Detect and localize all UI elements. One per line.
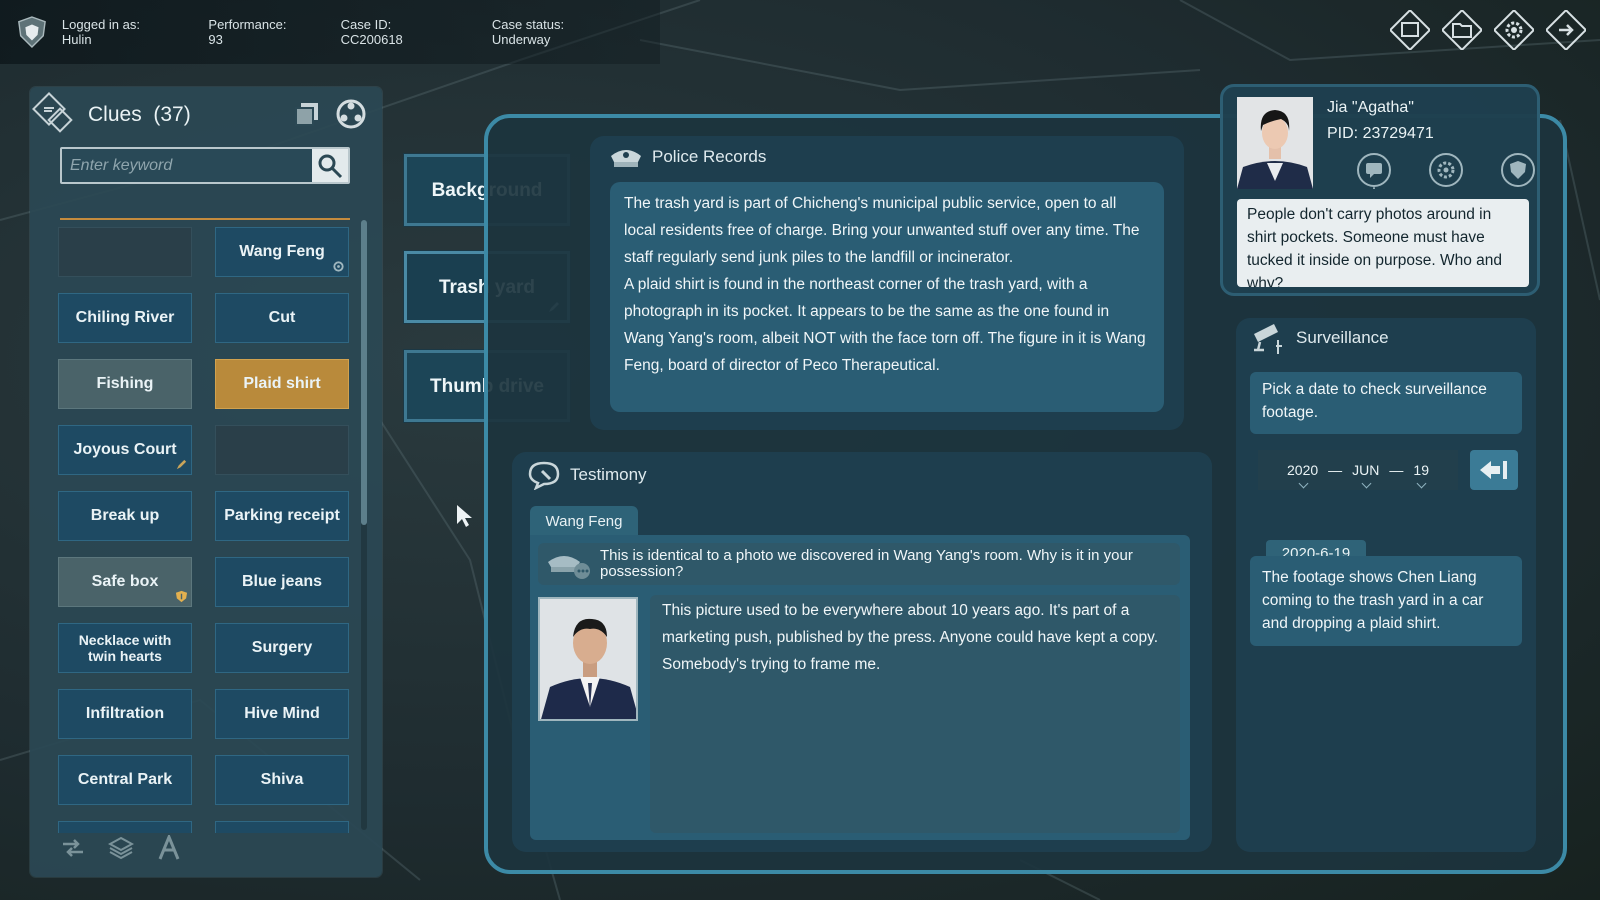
search-button[interactable] xyxy=(312,149,348,182)
month-select[interactable]: JUN xyxy=(1352,462,1379,478)
police-records-header: Police Records xyxy=(608,142,766,172)
testimony-header: Testimony xyxy=(526,460,647,490)
clue-partial[interactable] xyxy=(58,821,192,833)
logged-in-user: Logged in as: Hulin xyxy=(61,17,140,47)
search-icon xyxy=(318,154,343,178)
clue-chiling-river[interactable]: Chiling River xyxy=(58,293,192,343)
testimony-body: This is identical to a photo we discover… xyxy=(530,535,1190,840)
case-status: Case status: Underway xyxy=(491,17,565,47)
enter-arrow-icon xyxy=(1480,461,1507,479)
clue-safe-box[interactable]: Safe box xyxy=(58,557,192,607)
check-footage-button[interactable] xyxy=(1470,450,1518,490)
gear-icon xyxy=(1494,10,1534,50)
speech-bubble-icon xyxy=(528,461,560,490)
police-records-paragraph-1: The trash yard is part of Chicheng's mun… xyxy=(624,195,1140,266)
exit-button[interactable] xyxy=(1546,10,1586,50)
clue-partial[interactable] xyxy=(215,821,349,833)
clue-shiva[interactable]: Shiva xyxy=(215,755,349,805)
day-select[interactable]: 19 xyxy=(1413,462,1429,478)
brain-gear-icon[interactable] xyxy=(1427,151,1465,189)
date-picker: 2020 — JUN — 19 xyxy=(1258,450,1458,490)
surveillance-card: Surveillance Pick a date to check survei… xyxy=(1236,318,1536,852)
window-icon xyxy=(1390,10,1430,50)
divider xyxy=(60,218,350,220)
detective-avatar xyxy=(1237,97,1313,189)
tab-wang-feng[interactable]: Wang Feng xyxy=(530,506,638,536)
police-records-title: Police Records xyxy=(652,147,767,166)
testimony-card: Testimony Wang Feng This is identical to… xyxy=(512,452,1212,852)
wang-feng-portrait xyxy=(538,597,638,721)
folder-button[interactable] xyxy=(1442,10,1482,50)
detective-thought: People don't carry photos around in shir… xyxy=(1237,199,1529,287)
year-select[interactable]: 2020 xyxy=(1287,462,1318,478)
clue-surgery[interactable]: Surgery xyxy=(215,623,349,673)
top-right-icons xyxy=(1390,10,1586,50)
clue-footer xyxy=(60,835,182,861)
clue-break-up[interactable]: Break up xyxy=(58,491,192,541)
surveillance-title: Surveillance xyxy=(1296,328,1389,347)
clue-plaid-shirt[interactable]: Plaid shirt xyxy=(215,359,349,409)
clue-search-input[interactable] xyxy=(62,149,312,182)
clue-scrollbar[interactable] xyxy=(361,220,367,830)
clue-joyous-court[interactable]: Joyous Court xyxy=(58,425,192,475)
clues-logo-icon xyxy=(32,92,73,133)
clue-cut[interactable]: Cut xyxy=(215,293,349,343)
detective-name: Jia "Agatha" xyxy=(1327,99,1414,116)
copy-icon[interactable] xyxy=(292,99,322,129)
shield-icon xyxy=(175,590,188,603)
font-icon[interactable] xyxy=(156,835,182,861)
filter-wheel-icon[interactable] xyxy=(334,97,368,131)
clues-count: (37) xyxy=(153,103,191,126)
clue-panel: Clues (37) Wang Feng Chiling River Cut Fish… xyxy=(30,87,382,877)
testimony-title: Testimony xyxy=(570,465,647,484)
footage-result: The footage shows Chen Liang coming to t… xyxy=(1250,556,1522,646)
top-bar: Logged in as: Hulin Performance: 93 Case… xyxy=(0,0,660,64)
police-records-card: Police Records The trash yard is part of… xyxy=(590,136,1184,430)
clue-necklace-with-twin-hearts[interactable]: Necklace with twin hearts xyxy=(58,623,192,673)
case-id: Case ID: CC200618 xyxy=(340,17,403,47)
clue-fishing[interactable]: Fishing xyxy=(58,359,192,409)
pen-icon xyxy=(176,459,187,470)
clue-parking-receipt[interactable]: Parking receipt xyxy=(215,491,349,541)
police-officer-icon xyxy=(548,556,590,579)
detective-pid: PID: 23729471 xyxy=(1327,125,1434,142)
clue-central-park[interactable]: Central Park xyxy=(58,755,192,805)
clues-title: Clues (37) xyxy=(88,103,191,126)
folder-icon xyxy=(1442,10,1482,50)
clue-empty-slot xyxy=(58,227,192,277)
clue-panel-header: Clues (37) xyxy=(30,87,382,147)
clue-hive-mind[interactable]: Hive Mind xyxy=(215,689,349,739)
layers-icon[interactable] xyxy=(108,835,134,861)
testimony-answer: This picture used to be everywhere about… xyxy=(650,595,1180,833)
police-cap-icon xyxy=(611,150,641,167)
detective-profile-card: Jia "Agatha" PID: 23729471 People don't … xyxy=(1220,84,1540,296)
camera-icon xyxy=(1254,324,1282,354)
sort-icon[interactable] xyxy=(60,835,86,861)
surveillance-header: Surveillance xyxy=(1248,320,1389,356)
mouse-cursor-icon xyxy=(457,505,472,527)
gear-icon xyxy=(333,261,344,272)
clue-blue-jeans[interactable]: Blue jeans xyxy=(215,557,349,607)
police-records-text: The trash yard is part of Chicheng's mun… xyxy=(610,182,1164,412)
clue-wang-feng[interactable]: Wang Feng xyxy=(215,227,349,277)
surveillance-hint: Pick a date to check surveillance footag… xyxy=(1250,372,1522,434)
clue-search-box xyxy=(60,147,350,184)
performance-score: Performance: 93 xyxy=(208,17,287,47)
interrogation-question: This is identical to a photo we discover… xyxy=(538,543,1180,585)
police-records-paragraph-2: A plaid shirt is found in the northeast … xyxy=(624,276,1146,374)
chat-icon[interactable] xyxy=(1355,151,1393,189)
exit-icon xyxy=(1546,10,1586,50)
police-badge-icon xyxy=(18,16,46,49)
clue-list: Wang Feng Chiling River Cut Fishing Plaid sh… xyxy=(58,227,352,833)
window-button[interactable] xyxy=(1390,10,1430,50)
shield-icon[interactable] xyxy=(1499,151,1537,189)
clue-infiltration[interactable]: Infiltration xyxy=(58,689,192,739)
scrollbar-thumb[interactable] xyxy=(361,220,367,525)
settings-button[interactable] xyxy=(1494,10,1534,50)
clue-empty-slot xyxy=(215,425,349,475)
profile-actions xyxy=(1355,151,1537,189)
